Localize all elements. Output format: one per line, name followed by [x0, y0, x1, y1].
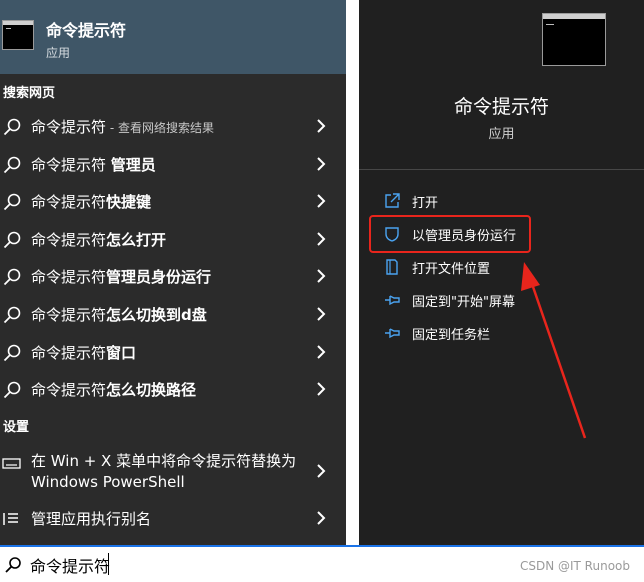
action-label: 固定到"开始"屏幕	[412, 295, 515, 310]
search-results-panel: 命令提示符 应用 搜索网页 命令提示符 - 查看网络搜索结果 命令提示符 管理员命…	[0, 0, 346, 545]
search-icon	[3, 306, 21, 324]
text-caret	[108, 553, 109, 575]
query-suggestion: 怎么切换到d盘	[106, 306, 207, 324]
query-base: 命令提示符	[31, 118, 107, 136]
best-match-title: 命令提示符	[46, 21, 127, 40]
settings-item-label: 管理应用执行别名	[31, 510, 152, 528]
web-search-label: 命令提示符 管理员	[31, 154, 156, 175]
web-search-label: 命令提示符怎么打开	[31, 229, 166, 250]
query-base: 命令提示符	[31, 343, 107, 362]
action-label: 打开	[412, 196, 439, 211]
query-suggestion: 窗口	[106, 343, 137, 362]
chevron-right-icon	[317, 464, 326, 478]
query-suggestion: 管理员身份运行	[106, 268, 212, 287]
web-search-label: 命令提示符怎么切换到d盘	[31, 304, 207, 325]
query-suggestion: 怎么打开	[106, 230, 167, 249]
pin-icon	[385, 328, 400, 339]
query-base: 命令提示符	[31, 381, 107, 400]
query-hint: - 查看网络搜索结果	[106, 121, 214, 135]
web-search-item[interactable]: 命令提示符管理员身份运行	[0, 258, 346, 294]
search-icon	[3, 381, 21, 399]
web-search-item[interactable]: 命令提示符怎么切换路径	[0, 371, 346, 407]
action-label: 打开文件位置	[412, 262, 491, 277]
preview-panel: 命令提示符 应用 打开 以管理员身份运行 打开文件位置 固定到"开始"屏幕 固定…	[359, 0, 644, 545]
web-search-label: 命令提示符怎么切换路径	[31, 379, 196, 400]
search-icon	[5, 557, 21, 573]
chevron-right-icon	[317, 344, 326, 359]
best-match-subtitle: 应用	[46, 46, 71, 60]
web-search-item[interactable]: 命令提示符 - 查看网络搜索结果	[0, 108, 346, 144]
web-search-label: 命令提示符 - 查看网络搜索结果	[31, 116, 214, 137]
query-base: 命令提示符	[31, 193, 107, 212]
chevron-right-icon	[317, 119, 326, 133]
web-search-item[interactable]: 命令提示符快捷键	[0, 183, 346, 219]
web-search-item[interactable]: 命令提示符怎么切换到d盘	[0, 296, 346, 332]
annotation-highlight-box	[369, 215, 531, 253]
query-suggestion: 怎么切换路径	[106, 381, 197, 400]
search-icon	[3, 344, 21, 361]
pin-icon	[385, 295, 400, 306]
action-open-file-location[interactable]: 打开文件位置	[359, 252, 644, 282]
command-prompt-icon	[2, 20, 34, 50]
list-settings-icon	[3, 513, 18, 525]
search-icon	[3, 156, 21, 173]
chevron-right-icon	[317, 382, 326, 396]
chevron-right-icon	[317, 269, 326, 284]
settings-item-win-x-menu[interactable]: 在 Win + X 菜单中将命令提示符替换为 Windows PowerShel…	[0, 447, 346, 495]
action-pin-to-start[interactable]: 固定到"开始"屏幕	[359, 285, 644, 315]
chevron-right-icon	[317, 194, 326, 208]
file-location-icon	[386, 259, 398, 275]
divider	[359, 169, 644, 170]
web-search-item[interactable]: 命令提示符窗口	[0, 334, 346, 370]
action-label: 固定到任务栏	[412, 328, 491, 343]
web-search-label: 命令提示符管理员身份运行	[31, 266, 211, 287]
query-suggestion: 管理员	[110, 155, 156, 174]
action-pin-to-taskbar[interactable]: 固定到任务栏	[359, 318, 644, 348]
settings-heading: 设置	[3, 420, 30, 435]
best-match-item[interactable]: 命令提示符 应用	[0, 0, 346, 74]
open-icon	[385, 193, 400, 208]
web-search-label: 命令提示符快捷键	[31, 191, 151, 212]
chevron-right-icon	[317, 232, 326, 246]
preview-subtitle: 应用	[488, 127, 515, 142]
action-open[interactable]: 打开	[359, 186, 644, 216]
watermark: CSDN @IT Runoob	[519, 559, 630, 573]
command-prompt-icon	[542, 13, 606, 66]
search-icon	[3, 231, 21, 248]
query-suggestion: 快捷键	[106, 193, 152, 212]
search-icon	[3, 269, 21, 286]
query-base: 命令提示符	[31, 306, 107, 324]
query-base: 命令提示符	[31, 155, 111, 174]
chevron-right-icon	[317, 307, 326, 321]
search-icon	[3, 193, 21, 211]
query-base: 命令提示符	[31, 230, 107, 249]
preview-title: 命令提示符	[453, 96, 549, 118]
web-search-item[interactable]: 命令提示符怎么打开	[0, 221, 346, 257]
search-web-heading: 搜索网页	[3, 86, 56, 101]
search-bar: CSDN @IT Runoob	[0, 545, 644, 582]
keyboard-icon	[2, 458, 21, 469]
chevron-right-icon	[317, 511, 326, 525]
search-input[interactable]	[30, 552, 330, 578]
query-base: 命令提示符	[31, 268, 107, 287]
search-icon	[3, 118, 21, 136]
settings-item-app-aliases[interactable]: 管理应用执行别名	[0, 500, 346, 536]
chevron-right-icon	[317, 156, 326, 171]
web-search-label: 命令提示符窗口	[31, 342, 136, 363]
settings-item-label: 在 Win + X 菜单中将命令提示符替换为 Windows PowerShel…	[31, 452, 297, 491]
web-search-item[interactable]: 命令提示符 管理员	[0, 146, 346, 182]
